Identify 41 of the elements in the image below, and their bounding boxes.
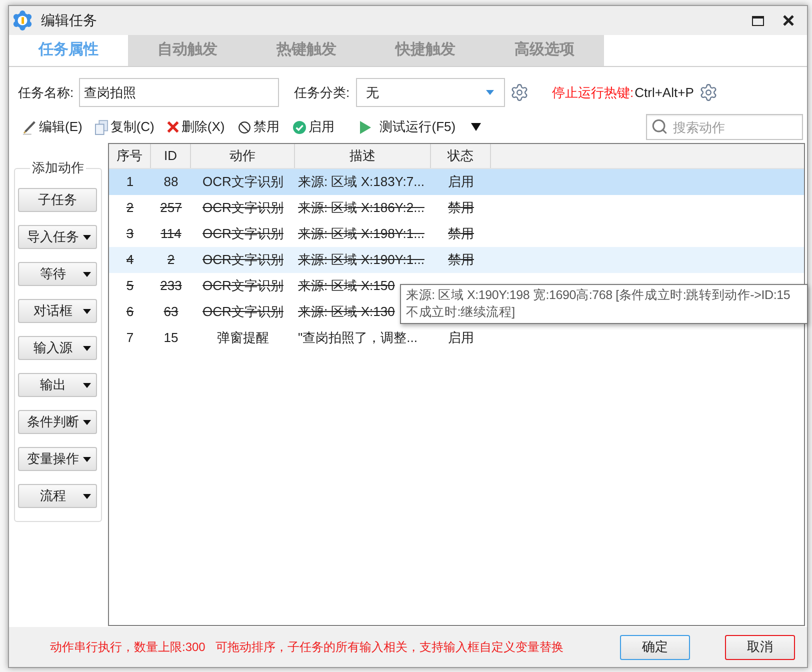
- table-cell-text: 来源: 区域 X:183Y:7...: [298, 173, 424, 192]
- table-cell-text: 禁用: [448, 199, 474, 218]
- table-cell-text: 2: [126, 199, 134, 218]
- table-cell-text: OCR文字识别: [202, 173, 284, 192]
- field-label: 任务分类:: [294, 84, 351, 102]
- table-cell-text: 114: [160, 225, 182, 244]
- table-cell-text: 启用: [448, 173, 474, 192]
- table-cell-text: OCR文字识别: [202, 303, 284, 322]
- table-cell-text: 1: [126, 173, 134, 192]
- hint-text: 动作串行执行，数量上限:300 可拖动排序，子任务的所有输入相关，支持输入框自定义变量替换: [50, 639, 564, 656]
- table-cell-text: OCR文字识别: [202, 225, 284, 244]
- table-cell-text: OCR文字识别: [202, 199, 284, 218]
- table-cell-text: 5: [126, 277, 134, 296]
- table-cell-text: 来源: 区域 X:190Y:1...: [298, 251, 424, 270]
- table-cell-text: 来源: 区域 X:130: [298, 303, 395, 322]
- table-cell-text: 4: [126, 251, 134, 270]
- table-cell-text: 88: [164, 173, 178, 192]
- table-cell-text: "查岗拍照了，调整...: [298, 329, 418, 348]
- table-cell-text: 来源: 区域 X:150: [298, 277, 395, 296]
- table-cell-text: 启用: [448, 329, 474, 348]
- table-cell-text: 63: [164, 303, 178, 322]
- table-cell-text: 6: [126, 303, 134, 322]
- table-cell-text: 来源: 区域 X:186Y:2...: [298, 199, 424, 218]
- hotkey-label: 停止运行热键:: [552, 84, 634, 102]
- table-cell-text: 3: [126, 225, 134, 244]
- field-label: 任务名称:: [18, 84, 75, 102]
- table-cell-text: 2: [167, 251, 175, 270]
- table-cell-text: OCR文字识别: [202, 251, 284, 270]
- table-cell-text: 禁用: [448, 251, 474, 270]
- table-cell-text: 来源: 区域 X:198Y:1...: [298, 225, 424, 244]
- table-cell-text: 弹窗提醒: [217, 329, 269, 348]
- table-cell-text: 233: [160, 277, 182, 296]
- table-cell-text: 257: [160, 199, 182, 218]
- table-cell-text: 禁用: [448, 225, 474, 244]
- table-cell-text: 15: [164, 329, 178, 348]
- panel-title: 添加动作: [31, 160, 85, 176]
- table-cell-text: OCR文字识别: [202, 277, 284, 296]
- window-title: 编辑任务: [41, 11, 97, 30]
- table-cell-text: 7: [126, 329, 134, 348]
- tooltip: 来源: 区域 X:190Y:198 宽:1690高:768 [条件成立时:跳转到动作->ID:15 不成立时:继续流程]: [400, 284, 808, 324]
- hotkey-value: Ctrl+Alt+P: [634, 84, 694, 102]
